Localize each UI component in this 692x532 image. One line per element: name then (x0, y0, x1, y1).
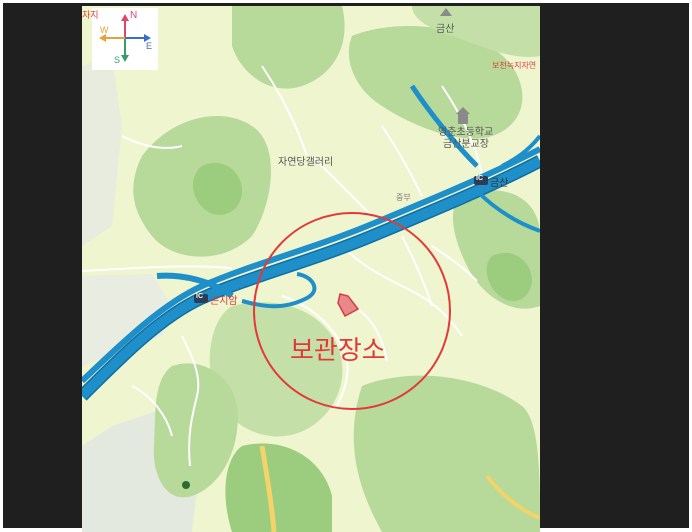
compass-south-label: S (114, 55, 121, 65)
screen-frame: N E S W 자지 금산 보천녹지자연 영춘초등학교 금산분교장 자연당갤러리… (0, 0, 692, 532)
compass-east-label: E (146, 41, 153, 51)
compass-north-label: N (130, 10, 138, 21)
label-top-right: 보천녹지자연 (492, 61, 537, 70)
poi-dot-icon (182, 481, 190, 489)
storage-location-label: 보관장소 (290, 335, 386, 365)
label-ic-gonjiam-badge: IC (196, 293, 203, 300)
label-school-line2: 금산분교장 (443, 139, 489, 150)
label-mountain-geumsan: 금산 (436, 24, 455, 35)
label-ic-geumsan-badge: IC (476, 175, 483, 182)
label-gallery: 자연당갤러리 (278, 157, 334, 168)
label-top-left: 자지 (82, 10, 99, 20)
label-ic-geumsan: 금산 (490, 178, 509, 189)
map-view[interactable]: N E S W 자지 금산 보천녹지자연 영춘초등학교 금산분교장 자연당갤러리… (82, 6, 540, 532)
compass-west-label: W (100, 25, 109, 35)
label-ic-gonjiam: 곤지암 (210, 296, 238, 307)
label-road-jungbu: 중부 (396, 193, 411, 202)
map-canvas (82, 6, 540, 532)
